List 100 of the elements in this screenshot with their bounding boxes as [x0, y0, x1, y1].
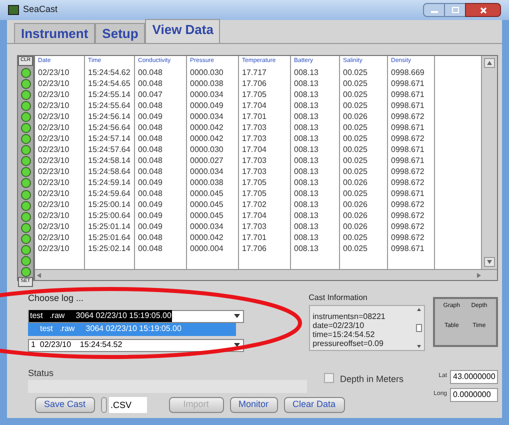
window-title: SeaCast — [23, 3, 58, 16]
table-cell-text: 15:25:02.14 — [87, 243, 132, 254]
dropdown-arrow-icon — [234, 343, 240, 347]
spinner-icon[interactable] — [100, 396, 107, 412]
table-cell-text: 15:24:59.14 — [87, 177, 132, 188]
checkbox[interactable] — [324, 372, 334, 382]
table-cell-text: 15:24:58.64 — [87, 166, 132, 177]
table-cell-text: 02/23/10 — [37, 243, 70, 254]
table-cell-text: 008.13 — [293, 199, 320, 210]
table-cell-text: 00.049 — [137, 221, 164, 232]
table-cell-text: 02/23/10 — [37, 232, 70, 243]
table-cell-text: 008.13 — [293, 89, 320, 100]
table-cell-text: 17.703 — [241, 122, 268, 133]
table-cell-text: 00.047 — [137, 89, 164, 100]
app-icon — [8, 5, 19, 15]
table-cell-text: 008.13 — [293, 111, 320, 122]
table-cell-text: 15:24:59.64 — [87, 188, 132, 199]
table-cell-text: 0998.672 — [390, 221, 426, 232]
table-cell-text: 17.704 — [241, 210, 268, 221]
scroll-down-icon — [484, 257, 495, 267]
table-cell-text: 00.048 — [137, 100, 164, 111]
table-cell-text: 00.048 — [137, 188, 164, 199]
table-cell-text: 0000.042 — [189, 232, 224, 243]
table-cell-text: 02/23/10 — [37, 100, 70, 111]
tab[interactable]: Setup — [95, 23, 146, 43]
coordinate-field[interactable]: 0.0000000 — [450, 388, 498, 402]
table-cell-text: 0000.030 — [189, 67, 224, 78]
table-cell-text: 15:25:00.14 — [87, 199, 132, 210]
action-button[interactable]: Clear Data — [284, 396, 345, 412]
table-cell-text: 00.049 — [137, 210, 164, 221]
scroll-up-icon — [484, 58, 495, 68]
table-cell-text: 00.048 — [137, 232, 164, 243]
table-cell-text: 02/23/10 — [37, 111, 70, 122]
table-cell-text: 02/23/10 — [37, 78, 70, 89]
table-cell-text: 008.13 — [293, 100, 320, 111]
coordinate-field[interactable]: 43.0000000 — [450, 370, 498, 384]
table-cell-text: 00.025 — [342, 89, 368, 100]
horizontal-scrollbar[interactable] — [35, 269, 497, 280]
action-button[interactable]: Save Cast — [35, 396, 95, 412]
table-cell-text: 0000.004 — [189, 243, 224, 254]
table-cell-text: 00.048 — [137, 144, 164, 155]
table-cell-text: 02/23/10 — [37, 210, 70, 221]
table-cell-text: 00.025 — [342, 78, 368, 89]
table-cell-text: 0000.030 — [189, 144, 224, 155]
table-cell-text: 0998.671 — [390, 78, 426, 89]
table-cell-text: 00.049 — [137, 177, 164, 188]
table-cell-text: 17.701 — [241, 111, 268, 122]
table-cell-text: 15:25:01.64 — [87, 232, 132, 243]
scroll-left-icon — [37, 272, 41, 278]
table-cell-text: 15:25:01.14 — [87, 221, 132, 232]
info-scrollbar[interactable] — [414, 306, 424, 350]
checkbox-label: Depth in Meters — [340, 372, 404, 386]
table-cell-text: 02/23/10 — [37, 155, 70, 166]
table-cell-text: 00.048 — [137, 122, 164, 133]
table-cell-text: 00.025 — [342, 155, 368, 166]
table-cell-text: 0000.042 — [189, 133, 224, 144]
table-cell-text: 0998.671 — [390, 155, 426, 166]
table-cell-text: 00.025 — [342, 122, 368, 133]
table-cell-text: 00.026 — [342, 177, 368, 188]
table-cell-text: 00.048 — [137, 78, 164, 89]
table-cell-text: 0000.034 — [189, 221, 224, 232]
tab[interactable]: Instrument — [14, 23, 96, 43]
table-cell-text: 00.048 — [137, 243, 164, 254]
extension-field[interactable]: .CSV — [108, 396, 147, 412]
table-cell-text: 02/23/10 — [37, 67, 70, 78]
table-cell-text: 15:24:56.14 — [87, 111, 132, 122]
table-cell-text: 15:24:55.14 — [87, 89, 132, 100]
table-cell-text: 17.702 — [241, 199, 268, 210]
table-cell-text: 00.049 — [137, 111, 164, 122]
vertical-scrollbar[interactable] — [481, 56, 497, 269]
table-cell-text: 02/23/10 — [37, 133, 70, 144]
scroll-thumb[interactable] — [416, 324, 422, 332]
tab[interactable]: View Data — [145, 19, 220, 43]
maximize-button[interactable] — [445, 3, 465, 17]
info-line: pressureoffset=0.09 — [312, 339, 384, 348]
table-cell-text: 0998.671 — [390, 144, 426, 155]
table-cell-text: 02/23/10 — [37, 89, 70, 100]
table-cell-text: 15:24:56.64 — [87, 122, 132, 133]
table-cell-text: 00.026 — [342, 210, 368, 221]
table-cell-text: 17.703 — [241, 166, 268, 177]
action-button[interactable]: Monitor — [230, 396, 278, 412]
table-cell-text: 00.025 — [342, 100, 368, 111]
table-cell-text: 0998.672 — [390, 199, 426, 210]
field-label: Cast Information — [308, 292, 368, 304]
table-cell-text: 00.049 — [137, 199, 164, 210]
table-cell-text: 15:24:57.64 — [87, 144, 132, 155]
table-cell-text: 008.13 — [293, 133, 320, 144]
table-cell-text: 00.048 — [137, 133, 164, 144]
table-cell-text: 0000.045 — [189, 188, 224, 199]
close-button[interactable] — [465, 3, 501, 17]
table-cell-text: 0000.049 — [189, 100, 224, 111]
minimize-button[interactable] — [423, 3, 445, 17]
table-cell-text: 00.048 — [137, 155, 164, 166]
table-cell-text: 0000.045 — [189, 199, 224, 210]
cast-dropdown[interactable]: 1 02/23/10 15:24:54.52 — [28, 338, 244, 352]
table-cell-text: 0000.042 — [189, 122, 224, 133]
log-dropdown[interactable]: test .raw 3064 02/23/10 15:19:05.00 — [28, 310, 244, 322]
table-cell-text: 008.13 — [293, 78, 320, 89]
table-cell-text: 15:24:54.65 — [87, 78, 132, 89]
info-line: time=15:24:54.52 — [312, 330, 376, 339]
